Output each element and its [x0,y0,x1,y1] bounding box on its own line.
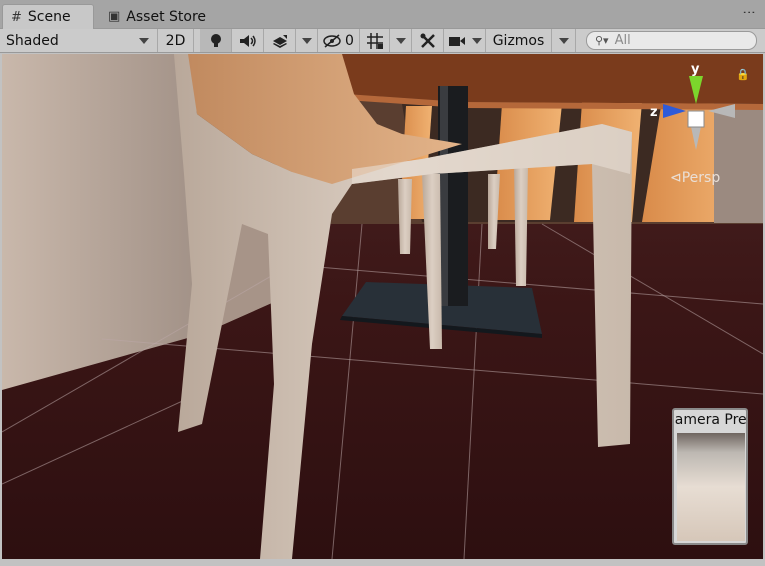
tab-asset-store[interactable]: ▣ Asset Store [100,4,215,29]
tab-asset-store-label: Asset Store [126,8,207,25]
scene-search-field[interactable]: ⚲▾ All [586,31,757,50]
gizmos-label: Gizmos [492,32,545,49]
tools-icon [420,33,435,48]
tab-scene[interactable]: # Scene [2,4,94,29]
gizmos-button[interactable]: Gizmos [486,29,552,52]
grid-icon: # [11,9,22,25]
draw-mode-label: Shaded [6,32,59,49]
hidden-count: 0 [345,32,354,49]
tab-scene-label: Scene [27,9,71,25]
bag-icon: ▣ [108,9,121,24]
lighting-toggle[interactable] [200,29,232,52]
toggle-2d-label: 2D [165,32,186,49]
more-options-icon[interactable]: ⋮ [741,6,756,18]
layers-icon [272,34,287,48]
tab-bar: # Scene ▣ Asset Store ⋮ [0,0,765,29]
scene-render: y z [2,54,763,559]
toggle-2d-button[interactable]: 2D [158,29,194,52]
projection-label[interactable]: ⊲Persp [670,170,720,186]
lightbulb-icon [210,33,221,47]
chevron-down-icon [139,37,149,44]
camera-settings-button[interactable] [444,29,486,52]
scene-toolbar: Shaded 2D 0 Gizmos ⚲▾ All [0,29,765,53]
effects-dropdown[interactable] [296,29,318,52]
camera-preview-title: Camera Preview [674,412,746,428]
chevron-down-icon [395,37,406,44]
audio-toggle[interactable] [232,29,264,52]
camera-icon [448,36,465,46]
chevron-down-icon [558,37,569,44]
gizmo-y-label: y [691,62,700,77]
grid-toggle[interactable] [360,29,390,52]
speaker-icon [239,34,256,47]
tools-toggle[interactable] [412,29,444,52]
grid-dropdown[interactable] [390,29,412,52]
search-placeholder: All [614,33,631,48]
chevron-down-icon [301,37,312,44]
search-icon: ⚲▾ [595,34,609,47]
grid-snap-icon [366,32,383,49]
gizmos-dropdown[interactable] [552,29,576,52]
scene-visibility-toggle[interactable]: 0 [318,29,360,52]
effects-toggle[interactable] [264,29,296,52]
chevron-down-icon [471,37,482,44]
eye-hidden-icon [323,33,341,48]
camera-preview-panel: Camera Preview [672,408,748,545]
gizmo-z-label: z [650,105,658,120]
lock-icon[interactable]: 🔒 [736,68,750,81]
bottom-border [0,559,765,566]
camera-preview-image [677,433,745,541]
draw-mode-dropdown[interactable]: Shaded [0,29,158,52]
scene-viewport[interactable]: y z 🔒 ⊲Persp Camera Preview [2,54,763,559]
